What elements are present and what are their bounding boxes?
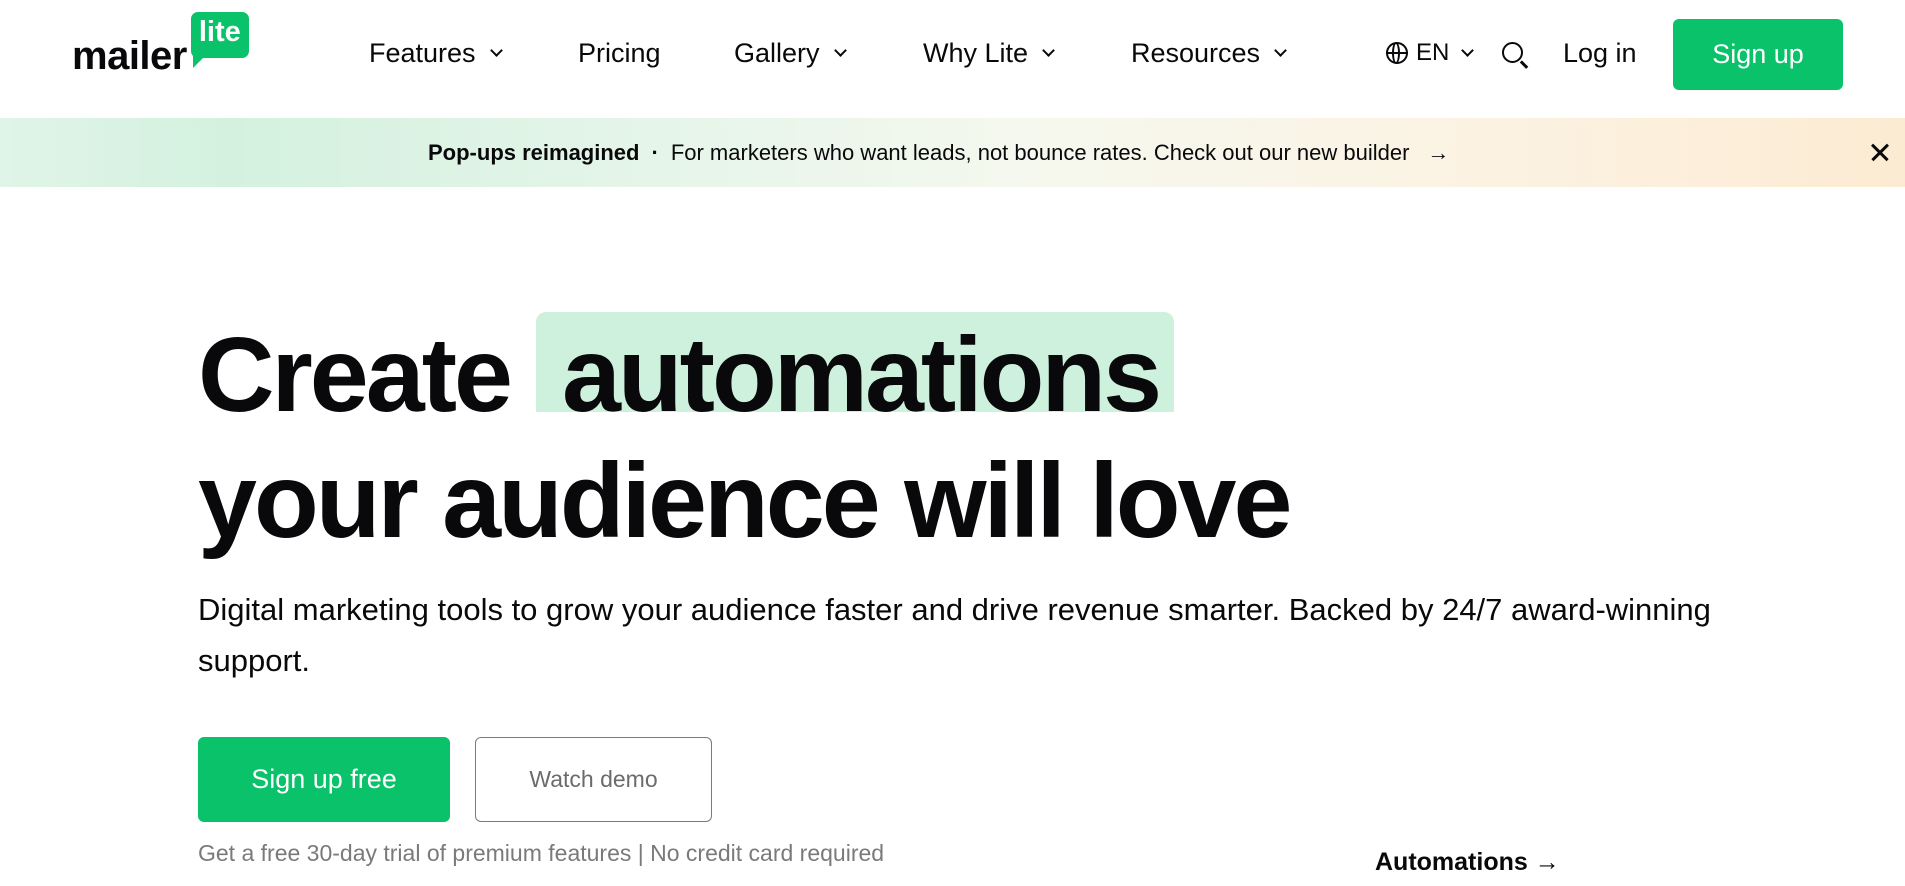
automations-link[interactable]: Automations → <box>1375 848 1560 877</box>
language-label: EN <box>1416 39 1450 66</box>
banner-title: Pop-ups reimagined <box>428 139 640 165</box>
main-nav: Features Pricing Gallery Why Lite Resour… <box>0 0 1905 106</box>
nav-features-label: Features <box>369 37 476 68</box>
login-link[interactable]: Log in <box>1563 36 1637 70</box>
banner-message: For marketers who want leads, not bounce… <box>670 139 1410 165</box>
hero-title-start: Create <box>198 316 513 434</box>
chevron-down-icon <box>833 43 847 57</box>
site-header: mailer lite Features Pricing Gallery Why… <box>0 0 1905 118</box>
nav-gallery-label: Gallery <box>734 37 820 68</box>
language-selector[interactable]: EN <box>1386 36 1475 70</box>
nav-resources-label: Resources <box>1131 37 1261 68</box>
hero-title-highlight: automations <box>561 316 1162 434</box>
announcement-banner[interactable]: Pop-ups reimagined · For marketers who w… <box>0 118 1905 187</box>
signup-button[interactable]: Sign up <box>1673 19 1843 90</box>
nav-features[interactable]: Features <box>369 36 503 70</box>
nav-why-lite-label: Why Lite <box>923 37 1029 68</box>
close-icon[interactable] <box>1868 141 1892 165</box>
trial-note: Get a free 30-day trial of premium featu… <box>198 840 885 866</box>
chevron-down-icon <box>1042 43 1055 57</box>
hero-title-end: your audience will love <box>198 442 1292 560</box>
hero-subtitle: Digital marketing tools to grow your aud… <box>198 592 1711 678</box>
banner-text[interactable]: Pop-ups reimagined · For marketers who w… <box>428 118 1449 187</box>
watch-demo-button[interactable]: Watch demo <box>475 737 712 822</box>
chevron-down-icon <box>489 43 503 57</box>
hero-title: Create automations your audience will lo… <box>198 312 1598 564</box>
signup-free-button[interactable]: Sign up free <box>198 737 450 822</box>
arrow-right-icon: → <box>1427 139 1450 165</box>
nav-pricing-label: Pricing <box>578 37 661 68</box>
banner-separator: · <box>651 139 659 165</box>
globe-icon <box>1386 42 1408 64</box>
search-icon[interactable] <box>1502 42 1529 69</box>
nav-gallery[interactable]: Gallery <box>734 36 847 70</box>
chevron-down-icon <box>1461 43 1475 57</box>
nav-why-lite[interactable]: Why Lite <box>923 36 1055 70</box>
chevron-down-icon <box>1274 43 1287 57</box>
nav-resources[interactable]: Resources <box>1131 36 1287 70</box>
nav-pricing[interactable]: Pricing <box>578 36 661 70</box>
